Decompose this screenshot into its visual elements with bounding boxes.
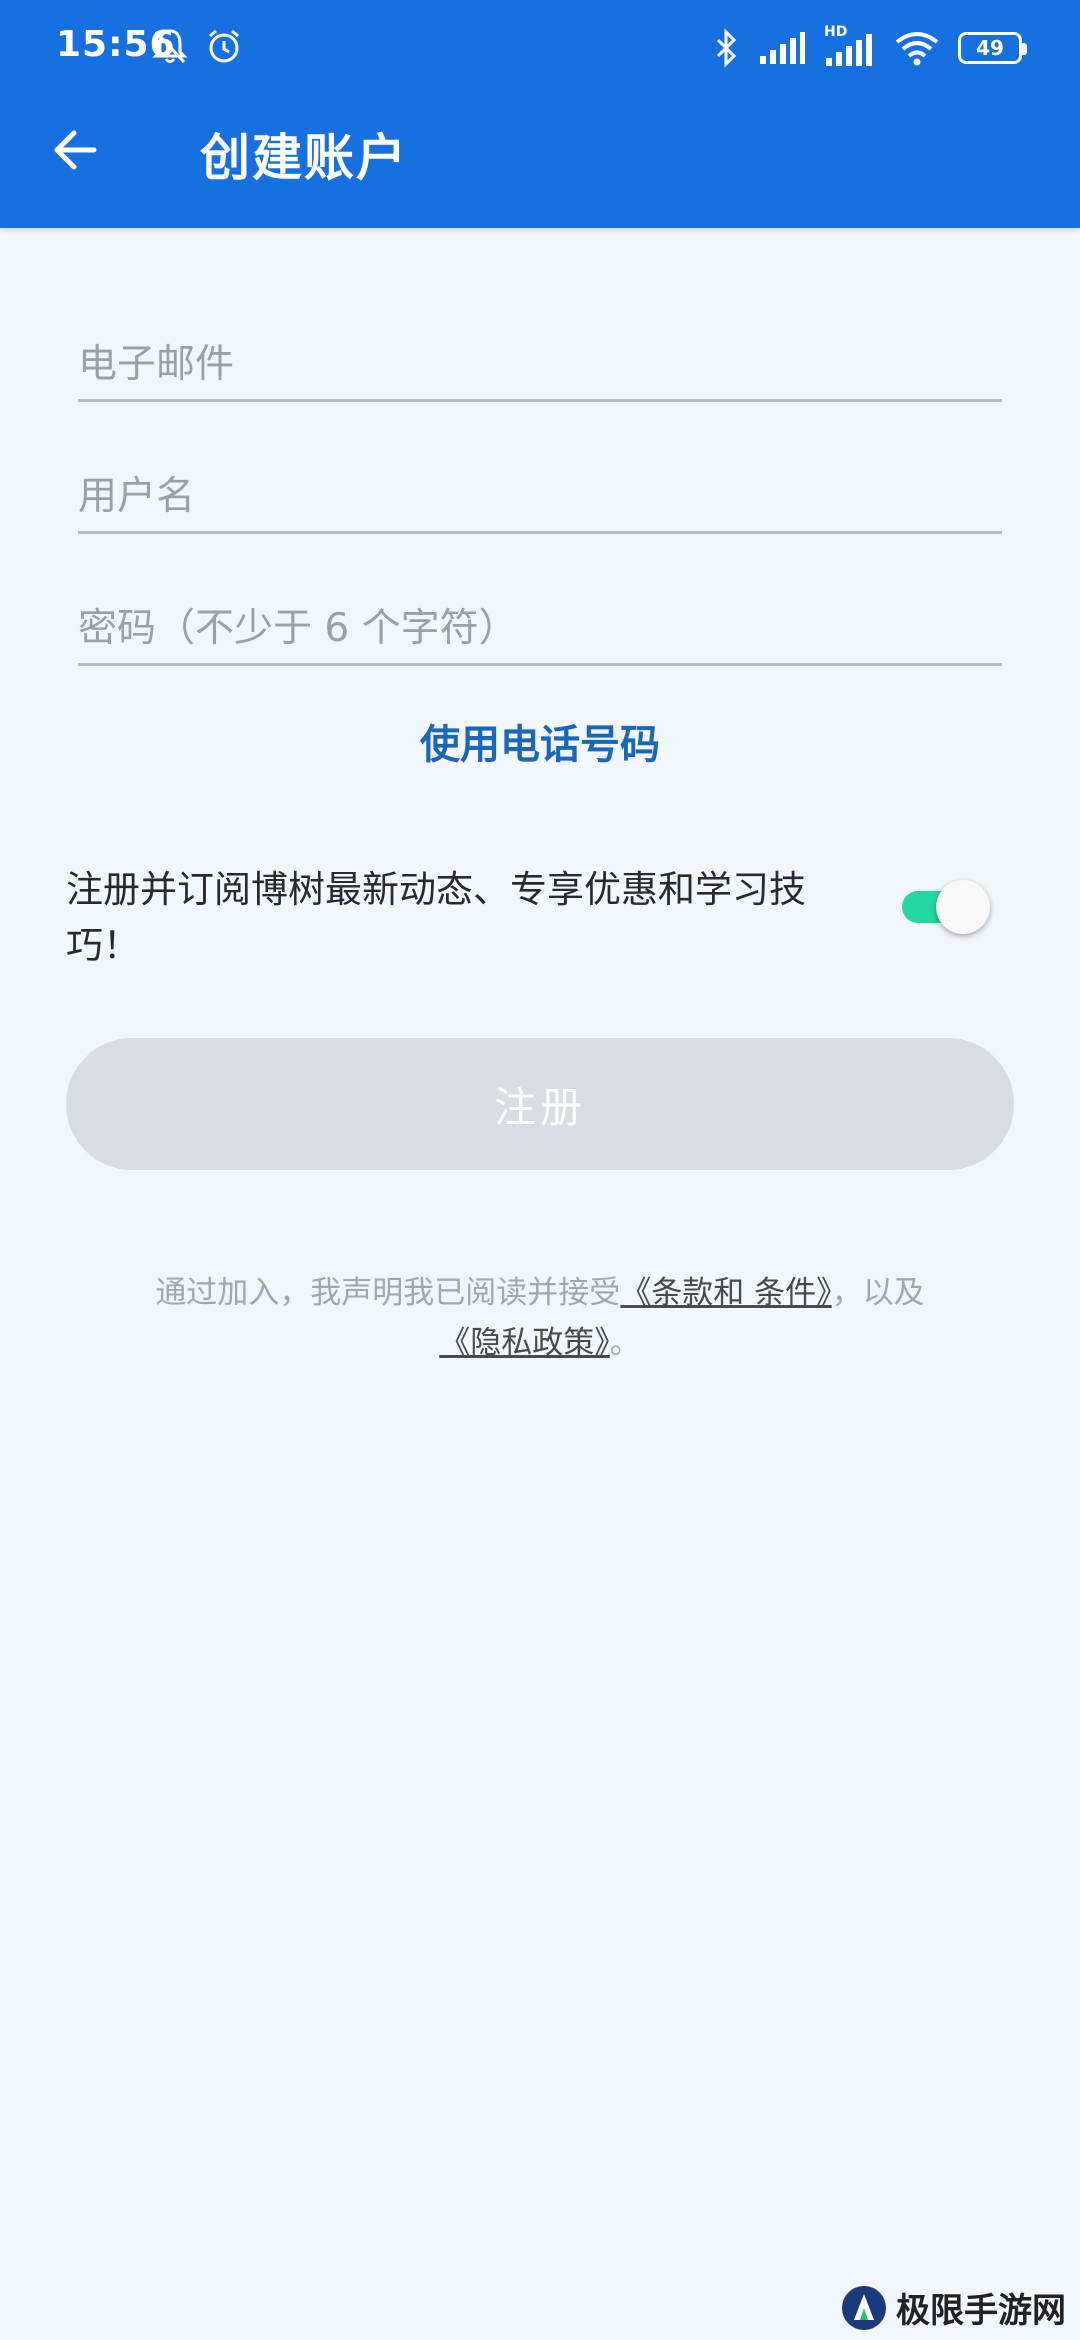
subscribe-toggle[interactable] [898,876,990,934]
register-button[interactable]: 注册 [66,1038,1014,1170]
watermark: 极限手游网 [840,2283,1066,2332]
toggle-knob [936,880,990,934]
terms-link[interactable]: 《条款和 条件》 [620,1275,831,1311]
alarm-icon [209,29,239,63]
status-bar: 15:56 HD 49 [0,0,1080,96]
use-phone-number-link[interactable]: 使用电话号码 [0,712,1080,770]
bluetooth-icon [716,28,737,68]
arrow-left-icon [54,130,97,170]
terms-suffix: 。 [609,1325,641,1361]
battery-level: 49 [976,36,1004,60]
email-field-container [78,312,1002,402]
terms-middle: ，以及 [831,1275,925,1311]
hd-signal-icon: HD [824,24,876,68]
back-button[interactable] [48,122,104,178]
mute-bell-icon [152,29,188,64]
wifi-icon [895,32,939,66]
signal-icon [760,32,805,64]
privacy-link[interactable]: 《隐私政策》 [439,1325,610,1361]
app-bar: 15:56 HD 49 创建账户 [0,0,1080,228]
watermark-logo-icon [842,2285,886,2330]
status-right-icons: HD 49 [712,24,1027,70]
watermark-text: 极限手游网 [896,2291,1066,2331]
subscribe-label: 注册并订阅博树最新动态、专享优惠和学习技巧！ [66,868,806,967]
terms-notice: 通过加入，我声明我已阅读并接受《条款和 条件》，以及 《隐私政策》。 [0,1268,1080,1368]
email-field[interactable] [78,342,1002,387]
status-left-icons [150,26,244,66]
password-field[interactable] [78,606,1002,651]
terms-prefix: 通过加入，我声明我已阅读并接受 [155,1275,621,1311]
battery-icon: 49 [958,32,1027,64]
page-title: 创建账户 [200,129,408,187]
username-field[interactable] [78,474,1002,519]
password-field-container [78,576,1002,666]
username-field-container [78,444,1002,534]
